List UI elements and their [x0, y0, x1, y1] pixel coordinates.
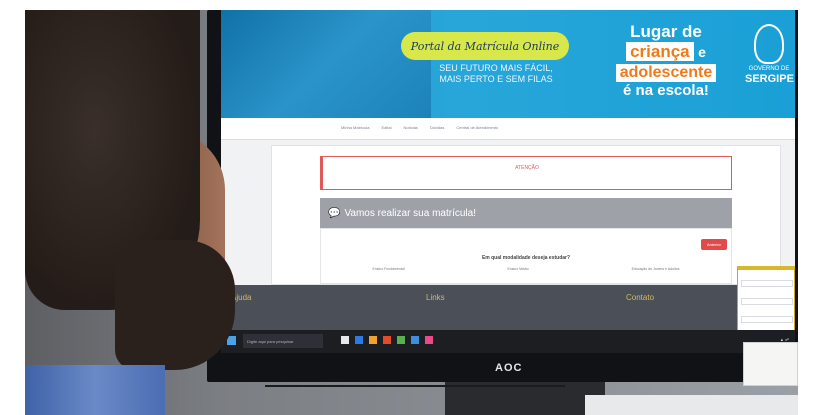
panel-title: Vamos realizar sua matrícula!	[344, 207, 476, 219]
gov-line-1: GOVERNO DE	[748, 66, 790, 72]
person-shirt	[25, 365, 165, 415]
person-silhouette	[25, 10, 235, 415]
app-icon-pink[interactable]	[425, 336, 433, 344]
popup-field-2[interactable]	[741, 298, 793, 305]
nav-item-duvidas[interactable]: Dúvidas	[430, 125, 444, 130]
previous-button[interactable]: Anterior	[700, 239, 727, 250]
paper-sheet	[743, 342, 798, 386]
campaign-text: Lugar de criança e adolescente é na esco…	[601, 22, 731, 100]
site-banner: Portal da Matrícula Online SEU FUTURO MA…	[221, 10, 795, 118]
state-seal-icon	[754, 24, 784, 64]
enrollment-panel-body: Anterior Em qual modalidade deseja estud…	[320, 228, 732, 284]
task-view-icon[interactable]	[341, 336, 349, 344]
edge-icon[interactable]	[355, 336, 363, 344]
nav-item-noticias[interactable]: Notícias	[403, 125, 417, 130]
slogan-line-1: SEU FUTURO MAIS FÁCIL,	[439, 63, 553, 73]
chat-bubble-icon: 💬	[328, 207, 341, 219]
desk-surface	[585, 395, 798, 415]
site-navbar: Minha Matrícula Edital Notícias Dúvidas …	[221, 118, 795, 140]
side-form-popup	[737, 266, 795, 336]
popup-field-3[interactable]	[741, 316, 793, 323]
nav-item-edital[interactable]: Edital	[381, 125, 391, 130]
monitor-brand-logo: AOC	[495, 362, 523, 374]
site-footer: Ajuda Links Contato	[221, 285, 795, 330]
campaign-line-1: Lugar de	[630, 22, 702, 41]
slogan-line-2: MAIS PERTO E SEM FILAS	[439, 74, 553, 84]
footer-col-contato: Contato	[626, 293, 655, 302]
option-ensino-fundamental[interactable]: Ensino Fundamental	[372, 267, 404, 271]
gov-line-2: SERGIPE	[745, 73, 794, 85]
attention-alert: ATENÇÃO	[320, 156, 732, 190]
portal-title-badge[interactable]: Portal da Matrícula Online	[401, 32, 569, 60]
campaign-word-crianca: criança	[626, 42, 694, 61]
photograph: Portal da Matrícula Online SEU FUTURO MA…	[25, 10, 798, 415]
banner-slogan: SEU FUTURO MAIS FÁCIL, MAIS PERTO E SEM …	[436, 63, 556, 85]
windows-taskbar: Digite aqui para pesquisar ▲ ☍	[221, 330, 795, 353]
app-icon-blue[interactable]	[411, 336, 419, 344]
campaign-connector: e	[698, 44, 706, 60]
modality-options: Ensino Fundamental Ensino Médio Educação…	[321, 267, 731, 271]
nav-items: Minha Matrícula Edital Notícias Dúvidas …	[341, 125, 498, 130]
app-icon-red[interactable]	[383, 336, 391, 344]
campaign-word-adolescente: adolescente	[615, 64, 717, 82]
person-beard	[115, 240, 235, 370]
monitor-screen: Portal da Matrícula Online SEU FUTURO MA…	[221, 10, 795, 353]
taskbar-icons	[341, 336, 433, 344]
desk-cables	[265, 385, 565, 415]
explorer-icon[interactable]	[369, 336, 377, 344]
photo-frame: Portal da Matrícula Online SEU FUTURO MA…	[0, 0, 823, 415]
main-content: ATENÇÃO 💬 Vamos realizar sua matrícula! …	[271, 145, 781, 285]
campaign-line-4: é na escola!	[623, 82, 709, 99]
nav-item-atendimento[interactable]: Central de Atendimento	[456, 125, 498, 130]
footer-col-links: Links	[426, 293, 445, 302]
alert-title: ATENÇÃO	[515, 165, 539, 171]
app-icon-green[interactable]	[397, 336, 405, 344]
modality-question: Em qual modalidade deseja estudar?	[481, 255, 571, 261]
enrollment-panel-header: 💬 Vamos realizar sua matrícula!	[320, 198, 732, 228]
banner-photo	[221, 10, 431, 118]
option-ensino-medio[interactable]: Ensino Médio	[507, 267, 528, 271]
option-eja[interactable]: Educação de Jovens e Adultos	[632, 267, 680, 271]
nav-item-minha-matricula[interactable]: Minha Matrícula	[341, 125, 369, 130]
popup-field-1[interactable]	[741, 280, 793, 287]
government-logo: GOVERNO DE SERGIPE	[745, 18, 794, 85]
taskbar-search[interactable]: Digite aqui para pesquisar	[243, 334, 323, 348]
